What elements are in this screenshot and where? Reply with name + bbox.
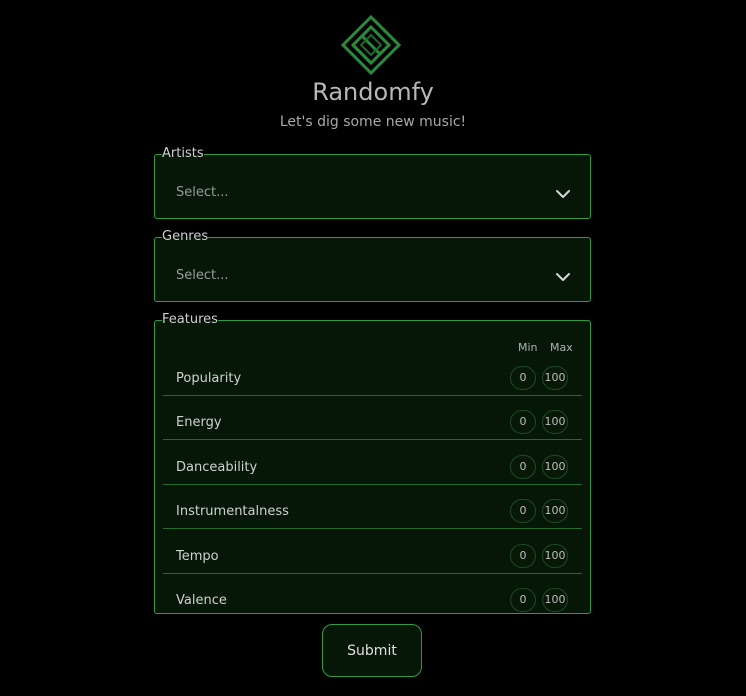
features-legend: Features	[162, 312, 218, 327]
popularity-min-input[interactable]	[510, 366, 536, 390]
feature-label: Energy	[176, 415, 222, 430]
diamond-logo-icon	[341, 15, 401, 75]
tempo-max-input[interactable]	[542, 544, 568, 568]
feature-label: Instrumentalness	[176, 504, 289, 519]
valence-min-input[interactable]	[510, 588, 536, 612]
randomfy-page: Randomfy Let's dig some new music! Artis…	[0, 0, 746, 696]
feature-row-danceability: Danceability	[163, 449, 582, 485]
tempo-min-input[interactable]	[510, 544, 536, 568]
feature-row-energy: Energy	[163, 404, 582, 440]
feature-row-instrumentalness: Instrumentalness	[163, 493, 582, 529]
instrumentalness-max-input[interactable]	[542, 499, 568, 523]
feature-label: Tempo	[176, 549, 219, 564]
genres-select-placeholder: Select...	[176, 268, 229, 283]
feature-row-popularity: Popularity	[163, 360, 582, 396]
artists-select[interactable]: Select...	[163, 173, 582, 215]
chevron-down-icon[interactable]	[555, 269, 571, 285]
genres-fieldset: Genres Select...	[154, 230, 591, 302]
app-subtitle: Let's dig some new music!	[279, 114, 467, 130]
artists-legend: Artists	[162, 146, 204, 161]
max-header: Max	[550, 341, 573, 354]
feature-row-valence: Valence	[163, 582, 582, 618]
energy-max-input[interactable]	[542, 410, 568, 434]
submit-button[interactable]: Submit	[322, 624, 422, 677]
genres-select[interactable]: Select...	[163, 256, 582, 298]
feature-label: Danceability	[176, 460, 258, 475]
chevron-down-icon[interactable]	[555, 186, 571, 202]
artists-fieldset: Artists Select...	[154, 147, 591, 219]
genres-legend: Genres	[162, 229, 209, 244]
popularity-max-input[interactable]	[542, 366, 568, 390]
features-fieldset: Features Min Max Popularity Energy Dance…	[154, 313, 591, 614]
danceability-min-input[interactable]	[510, 455, 536, 479]
energy-min-input[interactable]	[510, 410, 536, 434]
min-header: Min	[518, 341, 538, 354]
danceability-max-input[interactable]	[542, 455, 568, 479]
instrumentalness-min-input[interactable]	[510, 499, 536, 523]
artists-select-placeholder: Select...	[176, 185, 229, 200]
app-title: Randomfy	[312, 78, 434, 106]
feature-label: Popularity	[176, 371, 242, 386]
feature-row-tempo: Tempo	[163, 538, 582, 574]
feature-label: Valence	[176, 593, 227, 608]
valence-max-input[interactable]	[542, 588, 568, 612]
